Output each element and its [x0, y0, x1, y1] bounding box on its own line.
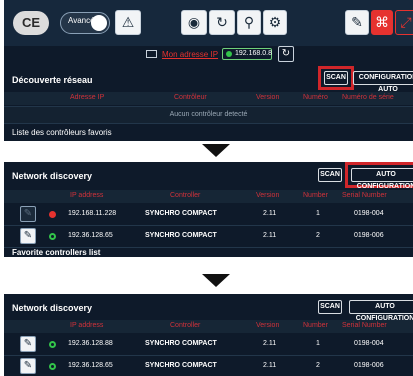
col-serial: Serial Number	[342, 192, 387, 199]
empty-message: Aucun contrôleur detecté	[169, 111, 248, 118]
arrow-down-icon	[202, 274, 230, 287]
refresh-button[interactable]: ↻	[278, 46, 294, 62]
monitor-icon	[146, 50, 157, 58]
col-number: Number	[303, 322, 328, 329]
pen-icon[interactable]: ✎	[345, 10, 369, 35]
my-ip-link[interactable]: Mon adresse IP	[162, 50, 218, 59]
top-toolbar: CE Avancé ⚠ ◉ ↻ ⚲ ⚙ ✎ ⌘ ⤢	[4, 0, 413, 46]
row-version: 2.11	[263, 210, 277, 217]
favorites-title: Liste des contrôleurs favoris	[12, 128, 112, 137]
status-online-icon	[49, 233, 56, 240]
row-ip: 192.168.11.228	[68, 210, 117, 217]
gears-icon[interactable]: ⚙	[263, 10, 287, 35]
row-serial: 0198-004	[354, 210, 384, 217]
table-header: IP address Controller Version Number Ser…	[4, 320, 413, 333]
status-offline-icon	[49, 211, 56, 218]
panel-french-ui: CE Avancé ⚠ ◉ ↻ ⚲ ⚙ ✎ ⌘ ⤢ Mon adresse IP…	[4, 0, 413, 141]
col-ip: IP address	[70, 192, 104, 199]
col-controller: Controller	[170, 192, 201, 199]
col-number: Number	[303, 192, 328, 199]
ip-badge: 192.168.0.8	[222, 48, 272, 60]
ip-value: 192.168.0.8	[235, 50, 272, 57]
row-serial: 0198-004	[354, 340, 384, 347]
wrench-icon[interactable]: ⚲	[237, 10, 261, 35]
app-logo: CE	[13, 11, 49, 35]
table-header: IP address Controller Version Number Ser…	[4, 190, 413, 203]
section-title: Network discovery	[12, 171, 93, 181]
section-title: Network discovery	[12, 303, 93, 313]
mode-toggle[interactable]: Avancé	[60, 12, 110, 34]
row-ip: 192.36.128.65	[68, 232, 113, 239]
eye-icon[interactable]: ◉	[181, 10, 207, 35]
row-number: 1	[316, 210, 320, 217]
scan-button[interactable]: SCAN	[318, 300, 342, 314]
empty-row: Aucun contrôleur detecté	[4, 106, 413, 124]
table-row[interactable]: ✎ 192.36.128.65 SYNCHRO COMPACT 2.11 2 0…	[4, 225, 413, 248]
col-version: Version	[256, 192, 280, 199]
table-header: Adresse IP Contrôleur Version Numéro Num…	[4, 92, 413, 105]
row-ip: 192.36.128.65	[68, 362, 113, 369]
row-serial: 0198-006	[354, 232, 384, 239]
panel-favorites-result: Network discovery SCAN AUTO CONFIGURATIO…	[4, 294, 413, 376]
col-controller: Contrôleur	[174, 94, 207, 101]
status-online-icon	[49, 341, 56, 348]
favorite-toggle-icon[interactable]: ✎	[20, 358, 36, 374]
col-number: Numéro	[303, 94, 328, 101]
row-serial: 0198-006	[354, 362, 384, 369]
toggle-knob	[91, 15, 107, 31]
scan-button[interactable]: SCAN	[318, 168, 342, 182]
status-online-icon	[49, 363, 56, 370]
col-ip: Adresse IP	[70, 94, 105, 101]
table-row[interactable]: ✎ 192.36.128.65 SYNCHRO COMPACT 2.11 2 0…	[4, 355, 413, 376]
row-controller: SYNCHRO COMPACT	[145, 210, 217, 217]
row-controller: SYNCHRO COMPACT	[145, 362, 217, 369]
scan-button[interactable]: SCAN	[324, 71, 348, 85]
col-controller: Controller	[170, 322, 201, 329]
col-version: Version	[256, 94, 280, 101]
favorite-toggle-icon[interactable]: ✎	[20, 206, 36, 222]
arrow-down-icon	[202, 144, 230, 157]
row-version: 2.11	[263, 232, 277, 239]
row-number: 2	[316, 362, 320, 369]
col-serial: Serial Number	[342, 322, 387, 329]
col-version: Version	[256, 322, 280, 329]
auto-config-button[interactable]: AUTO CONFIGURATION	[349, 300, 413, 322]
favorites-title: Favorite controllers list	[12, 248, 101, 257]
favorite-toggle-icon[interactable]: ✎	[20, 228, 36, 244]
row-controller: SYNCHRO COMPACT	[145, 340, 217, 347]
row-number: 1	[316, 340, 320, 347]
sync-icon[interactable]: ↻	[209, 10, 235, 35]
row-version: 2.11	[263, 362, 277, 369]
warning-icon[interactable]: ⚠	[115, 10, 141, 35]
row-version: 2.11	[263, 340, 277, 347]
section-title: Découverte réseau	[12, 75, 93, 85]
row-ip: 192.36.128.88	[68, 340, 113, 347]
row-number: 2	[316, 232, 320, 239]
col-ip: IP address	[70, 322, 104, 329]
network-icon[interactable]: ⌘	[371, 10, 393, 35]
auto-config-button[interactable]: AUTO CONFIGURATION	[351, 168, 413, 190]
auto-config-button[interactable]: CONFIGURATION AUTO	[353, 71, 413, 93]
status-dot-icon	[226, 51, 232, 57]
col-serial: Numéro de série	[342, 94, 394, 101]
row-controller: SYNCHRO COMPACT	[145, 232, 217, 239]
favorite-toggle-icon[interactable]: ✎	[20, 336, 36, 352]
table-row[interactable]: ✎ 192.168.11.228 SYNCHRO COMPACT 2.11 1 …	[4, 203, 413, 226]
table-row[interactable]: ✎ 192.36.128.88 SYNCHRO COMPACT 2.11 1 0…	[4, 333, 413, 356]
expand-icon[interactable]: ⤢	[395, 10, 413, 35]
panel-discovery-results: Network discovery SCAN AUTO CONFIGURATIO…	[4, 162, 413, 257]
